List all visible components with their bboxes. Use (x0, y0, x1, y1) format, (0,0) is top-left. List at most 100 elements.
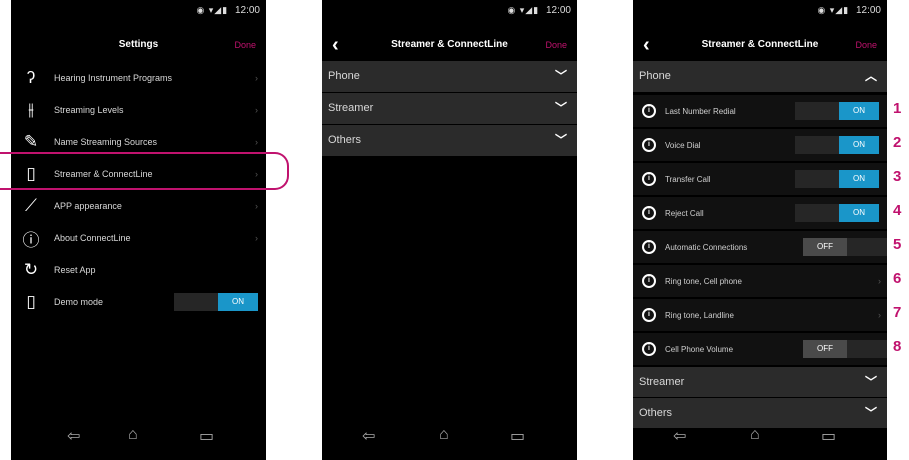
back-nav-icon[interactable]: ⇦ (673, 426, 686, 446)
callout-number: 4 (893, 202, 902, 219)
section-label: Phone (639, 70, 671, 82)
android-navbar: ⇦ ⌂ ▭ (11, 416, 266, 460)
status-time: 12:00 (234, 5, 260, 16)
back-arrow-icon[interactable]: ‹ (332, 30, 339, 60)
settings-item-label: Hearing Instrument Programs (54, 73, 173, 83)
info-icon[interactable]: i (642, 240, 656, 254)
toggle-on-label: ON (839, 170, 879, 188)
settings-item-label: Streaming Levels (54, 105, 124, 115)
pencil-icon: ✎ (23, 132, 39, 151)
highlight-outline (0, 152, 289, 190)
section-label: Streamer (328, 102, 374, 114)
done-button[interactable]: Done (545, 30, 567, 60)
option-label: Transfer Call (665, 174, 711, 184)
recents-nav-icon[interactable]: ▭ (821, 426, 836, 446)
streamer-screen: ◉ ▾◢▮ 12:00 ‹ Streamer & ConnectLine Don… (322, 0, 577, 460)
chevron-right-icon: › (878, 310, 881, 320)
reset-icon: ↻ (23, 260, 39, 279)
toggle-on-label: ON (839, 136, 879, 154)
section-phone[interactable]: Phone ﹀ (322, 61, 577, 92)
chevron-down-icon: ﹀ (864, 375, 877, 389)
toggle-on-label: ON (218, 293, 258, 311)
section-label: Phone (328, 70, 360, 82)
demo-mode-toggle[interactable]: ON (174, 293, 258, 311)
page-title: Settings (118, 39, 159, 50)
last-number-redial-toggle[interactable]: ON (795, 102, 879, 120)
toggle-on-label: ON (839, 102, 879, 120)
transfer-call-toggle[interactable]: ON (795, 170, 879, 188)
section-label: Streamer (639, 376, 685, 388)
callout-number: 6 (893, 270, 902, 287)
settings-item-reset-app[interactable]: ↻ Reset App (11, 254, 266, 286)
back-nav-icon[interactable]: ⇦ (362, 426, 375, 446)
option-label: Ring tone, Cell phone (665, 276, 742, 286)
callout-number: 3 (893, 168, 902, 185)
info-icon[interactable]: i (642, 274, 656, 288)
callout-number: 2 (893, 134, 902, 151)
status-bar: ◉ ▾◢▮ 12:00 (11, 0, 266, 20)
settings-item-streaming-levels[interactable]: ⫲ Streaming Levels › (11, 94, 266, 126)
cell-phone-volume-toggle[interactable]: OFF (803, 340, 887, 358)
home-nav-icon[interactable]: ⌂ (439, 426, 449, 444)
chevron-up-icon: ︿ (864, 69, 877, 83)
settings-item-label: About ConnectLine (54, 233, 131, 243)
settings-item-label: Name Streaming Sources (54, 137, 158, 147)
ear-icon: ʔ (26, 68, 36, 87)
info-icon[interactable]: i (642, 104, 656, 118)
chevron-right-icon: › (255, 137, 258, 147)
section-streamer[interactable]: Streamer ﹀ (322, 93, 577, 124)
android-navbar: ⇦ ⌂ ▭ (322, 416, 577, 460)
phone-settings-header: ‹ Streamer & ConnectLine Done (633, 30, 887, 60)
option-label: Ring tone, Landline (665, 310, 734, 320)
option-ring-tone-landline[interactable]: i Ring tone, Landline › (633, 299, 887, 331)
settings-header: Settings Done (11, 30, 266, 60)
info-icon[interactable]: i (642, 206, 656, 220)
callout-number: 7 (893, 304, 902, 321)
option-label: Cell Phone Volume (665, 344, 734, 354)
section-streamer[interactable]: Streamer ﹀ (633, 367, 887, 397)
done-button[interactable]: Done (855, 30, 877, 60)
info-icon: ⓘ (22, 230, 40, 250)
status-bar: ◉ ▾◢▮ 12:00 (322, 0, 577, 20)
callout-number: 1 (893, 100, 902, 117)
section-phone[interactable]: Phone ︿ (633, 61, 887, 92)
settings-item-app-appearance[interactable]: ⟋ APP appearance › (11, 190, 266, 222)
settings-screen: ◉ ▾◢▮ 12:00 Settings Done ʔ Hearing Inst… (11, 0, 266, 460)
home-nav-icon[interactable]: ⌂ (128, 426, 138, 444)
toggle-off-label: OFF (803, 238, 847, 256)
recents-nav-icon[interactable]: ▭ (199, 426, 214, 446)
done-button[interactable]: Done (234, 30, 256, 60)
settings-item-hearing-programs[interactable]: ʔ Hearing Instrument Programs › (11, 62, 266, 94)
back-arrow-icon[interactable]: ‹ (643, 30, 650, 60)
chevron-down-icon: ﹀ (554, 101, 567, 115)
back-nav-icon[interactable]: ⇦ (67, 426, 80, 446)
info-icon[interactable]: i (642, 308, 656, 322)
info-icon[interactable]: i (642, 342, 656, 356)
status-time: 12:00 (855, 5, 881, 16)
voice-dial-toggle[interactable]: ON (795, 136, 879, 154)
streamer-header: ‹ Streamer & ConnectLine Done (322, 30, 577, 60)
info-icon[interactable]: i (642, 138, 656, 152)
home-nav-icon[interactable]: ⌂ (750, 426, 760, 444)
page-title: Streamer & ConnectLine (701, 39, 819, 50)
chevron-right-icon: › (255, 233, 258, 243)
chevron-down-icon: ﹀ (554, 133, 567, 147)
settings-item-about[interactable]: ⓘ About ConnectLine › (11, 222, 266, 254)
automatic-connections-toggle[interactable]: OFF (803, 238, 887, 256)
page-title: Streamer & ConnectLine (391, 39, 508, 50)
chevron-right-icon: › (255, 105, 258, 115)
recents-nav-icon[interactable]: ▭ (510, 426, 525, 446)
section-others[interactable]: Others ﹀ (322, 125, 577, 156)
phone-icon: ▯ (26, 292, 36, 311)
info-icon[interactable]: i (642, 172, 656, 186)
chevron-right-icon: › (255, 201, 258, 211)
option-ring-tone-cell[interactable]: i Ring tone, Cell phone › (633, 265, 887, 297)
reject-call-toggle[interactable]: ON (795, 204, 879, 222)
status-icons: ◉ ▾◢▮ (817, 5, 850, 15)
status-icons: ◉ ▾◢▮ (196, 5, 229, 15)
sliders-icon: ⫲ (28, 100, 34, 119)
status-bar: ◉ ▾◢▮ 12:00 (633, 0, 887, 20)
option-label: Last Number Redial (665, 106, 736, 116)
callout-number: 5 (893, 236, 902, 253)
option-label: Reject Call (665, 208, 704, 218)
